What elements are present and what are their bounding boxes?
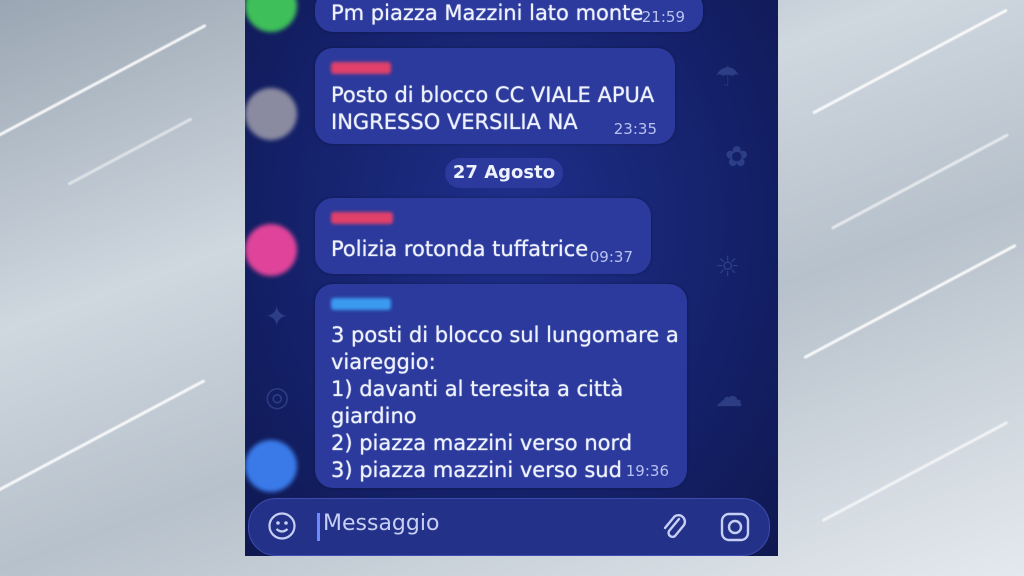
message-text: Polizia rotonda tuffatrice bbox=[331, 237, 589, 261]
text-cursor bbox=[317, 513, 320, 541]
message-text: Posto di blocco CC VIALE APUA INGRESSO V… bbox=[331, 83, 655, 134]
sender-name[interactable] bbox=[331, 212, 393, 224]
avatar[interactable] bbox=[245, 440, 297, 492]
message-bubble[interactable]: Pm piazza Mazzini lato monte 21:59 bbox=[315, 0, 703, 32]
emoji-icon[interactable] bbox=[267, 511, 297, 541]
attach-icon[interactable] bbox=[659, 511, 689, 543]
sender-name[interactable] bbox=[331, 298, 391, 310]
date-separator: 27 Agosto bbox=[445, 158, 563, 188]
message-time: 09:37 bbox=[589, 248, 633, 266]
message-time: 19:36 bbox=[625, 462, 669, 480]
avatar[interactable] bbox=[245, 0, 297, 32]
message-input-bar[interactable]: Messaggio bbox=[248, 498, 770, 556]
sender-name[interactable] bbox=[331, 62, 391, 74]
avatar[interactable] bbox=[245, 224, 297, 276]
message-text: 3 posti di blocco sul lungomare a viareg… bbox=[331, 323, 679, 482]
message-input[interactable]: Messaggio bbox=[323, 511, 439, 536]
avatar[interactable] bbox=[245, 88, 297, 140]
message-bubble[interactable]: Posto di blocco CC VIALE APUA INGRESSO V… bbox=[315, 48, 675, 144]
message-text: Pm piazza Mazzini lato monte bbox=[331, 1, 644, 25]
message-time: 21:59 bbox=[641, 8, 685, 26]
message-bubble[interactable]: 3 posti di blocco sul lungomare a viareg… bbox=[315, 284, 687, 488]
camera-icon[interactable] bbox=[719, 511, 751, 543]
chat-screen: ☂ ✿ ☼ ✦ ◎ ☁ Pm piazza Mazzini lato monte… bbox=[245, 0, 778, 556]
message-bubble[interactable]: Polizia rotonda tuffatrice 09:37 bbox=[315, 198, 651, 274]
message-time: 23:35 bbox=[613, 120, 657, 138]
